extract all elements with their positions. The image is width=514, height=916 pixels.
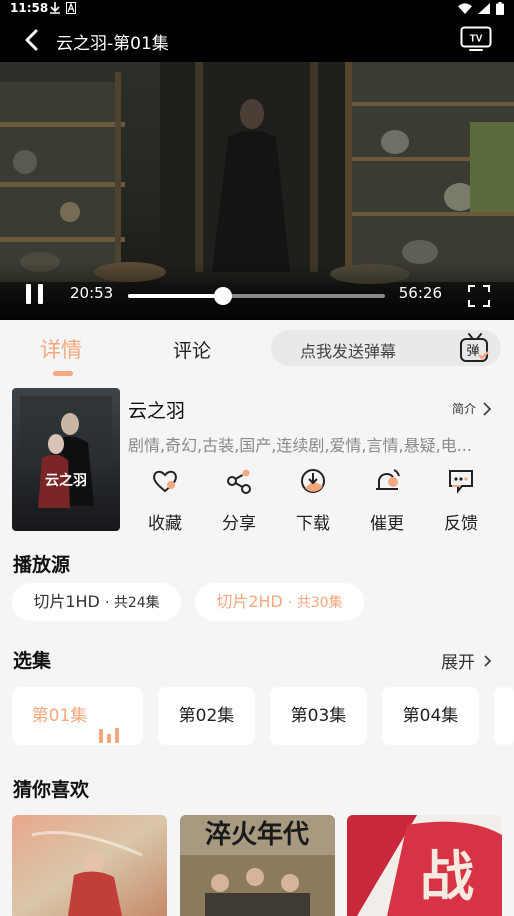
poster-title: 云之羽: [45, 472, 87, 489]
recommend-card-3[interactable]: 战: [347, 815, 502, 916]
share-label: 分享: [222, 514, 256, 534]
danmaku-toggle-icon[interactable]: 弹: [459, 333, 491, 363]
a-status-icon: [66, 2, 76, 14]
intro-link[interactable]: 简介: [452, 400, 492, 417]
episode-title: 云之羽-第01集: [56, 34, 169, 54]
favorite-button[interactable]: 收藏: [135, 466, 195, 534]
episode-item-2[interactable]: 第02集: [158, 687, 255, 745]
seek-bar[interactable]: [128, 287, 385, 305]
recommend-2-art-text: 淬火年代: [205, 819, 309, 850]
recommend-poster-3: 战: [347, 815, 502, 916]
episode-item-3[interactable]: 第03集: [270, 687, 367, 745]
danmaku-input[interactable]: 点我发送弹幕 弹: [271, 330, 501, 366]
player-controls: 20:53 56:26: [0, 270, 514, 320]
danmaku-placeholder: 点我发送弹幕: [300, 342, 397, 361]
status-notification-icons: [50, 2, 76, 14]
now-playing-icon: [99, 685, 123, 743]
heart-icon: [153, 470, 177, 493]
wifi-icon: [458, 3, 472, 14]
source-1-name: 切片1HD: [33, 592, 100, 611]
drama-title: 云之羽: [128, 400, 186, 422]
video-player[interactable]: 20:53 56:26: [0, 62, 514, 320]
recommend-poster-1: [12, 815, 167, 916]
app-screen: 11:58 云之羽-第01集 TV 20:53 56:26 详情 评论 点我发送…: [0, 0, 514, 916]
feedback-label: 反馈: [444, 514, 478, 534]
download-label: 下载: [296, 514, 330, 534]
recommend-poster-2: 淬火年代: [180, 815, 335, 916]
signal-icon: [478, 3, 490, 14]
feedback-button[interactable]: 反馈: [431, 466, 491, 534]
top-bar: 11:58 云之羽-第01集 TV: [0, 0, 514, 62]
tab-comments[interactable]: 评论: [173, 336, 211, 363]
chevron-left-icon: [25, 29, 38, 51]
status-bar: 11:58: [0, 0, 514, 18]
sources-title: 播放源: [13, 554, 71, 576]
drama-poster[interactable]: 云之羽: [12, 388, 120, 531]
intro-label: 简介: [451, 402, 476, 416]
download-status-icon: [50, 2, 60, 14]
episode-item-4[interactable]: 第04集: [382, 687, 479, 745]
share-button[interactable]: 分享: [209, 466, 269, 534]
download-button[interactable]: 下载: [283, 466, 343, 534]
bell-icon: [376, 469, 400, 490]
active-tab-indicator: [53, 371, 73, 376]
episode-item-1[interactable]: 第01集: [12, 687, 143, 745]
pause-icon: [26, 284, 43, 304]
poster-image: 云之羽: [12, 388, 120, 531]
share-icon: [227, 469, 251, 494]
recommend-card-2[interactable]: 淬火年代: [180, 815, 335, 916]
back-button[interactable]: [16, 26, 46, 54]
tv-icon-label: TV: [470, 34, 483, 45]
favorite-label: 收藏: [148, 514, 182, 534]
fullscreen-icon: [468, 285, 490, 307]
episode-item-partial[interactable]: [494, 687, 514, 745]
recommend-3-art-text: 战: [420, 844, 474, 908]
genre-tags: 剧情,奇幻,古装,国产,连续剧,爱情,言情,悬疑,电...: [128, 436, 472, 455]
urge-update-button[interactable]: 催更: [357, 466, 417, 534]
recommend-card-1[interactable]: [12, 815, 167, 916]
download-icon: [301, 469, 325, 493]
action-bar: 收藏 分享 下载 催更 反馈: [128, 466, 508, 534]
tv-icon: TV: [460, 26, 492, 51]
tab-detail[interactable]: 详情: [40, 334, 82, 364]
danmaku-icon-label: 弹: [466, 344, 479, 359]
seek-bar-progress: [128, 294, 224, 298]
pause-button[interactable]: [24, 282, 46, 306]
fullscreen-button[interactable]: [468, 285, 490, 307]
source-1-count: · 共24集: [104, 595, 160, 611]
source-chip-1[interactable]: 切片1HD · 共24集: [12, 583, 181, 621]
chevron-right-icon: [484, 654, 492, 667]
urge-update-label: 催更: [370, 514, 404, 534]
source-2-count: · 共30集: [287, 595, 343, 611]
seek-thumb[interactable]: [214, 287, 233, 305]
chevron-right-icon: [483, 401, 492, 416]
episodes-title: 选集: [13, 650, 52, 672]
status-time: 11:58: [10, 1, 49, 15]
expand-episodes-button[interactable]: 展开: [441, 648, 492, 673]
expand-label: 展开: [441, 653, 475, 673]
feedback-icon: [449, 470, 473, 494]
recommend-title: 猜你喜欢: [13, 779, 90, 801]
tv-cast-button[interactable]: TV: [460, 26, 492, 52]
source-chip-2[interactable]: 切片2HD · 共30集: [195, 583, 364, 621]
status-system-icons: [458, 2, 504, 15]
source-2-name: 切片2HD: [216, 592, 283, 611]
current-time: 20:53: [70, 284, 114, 302]
battery-icon: [496, 2, 504, 15]
episode-1-label: 第01集: [31, 706, 88, 726]
duration-time: 56:26: [398, 284, 442, 302]
